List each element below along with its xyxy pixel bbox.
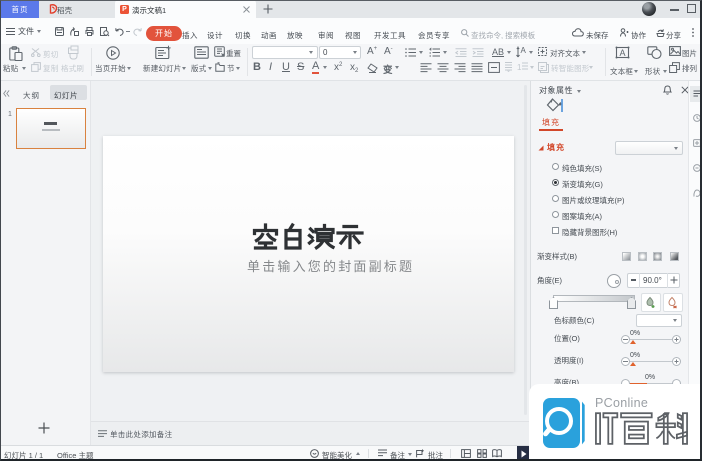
- svg-text:A: A: [521, 46, 527, 55]
- svg-text:A: A: [620, 48, 626, 58]
- svg-text:1: 1: [517, 63, 522, 72]
